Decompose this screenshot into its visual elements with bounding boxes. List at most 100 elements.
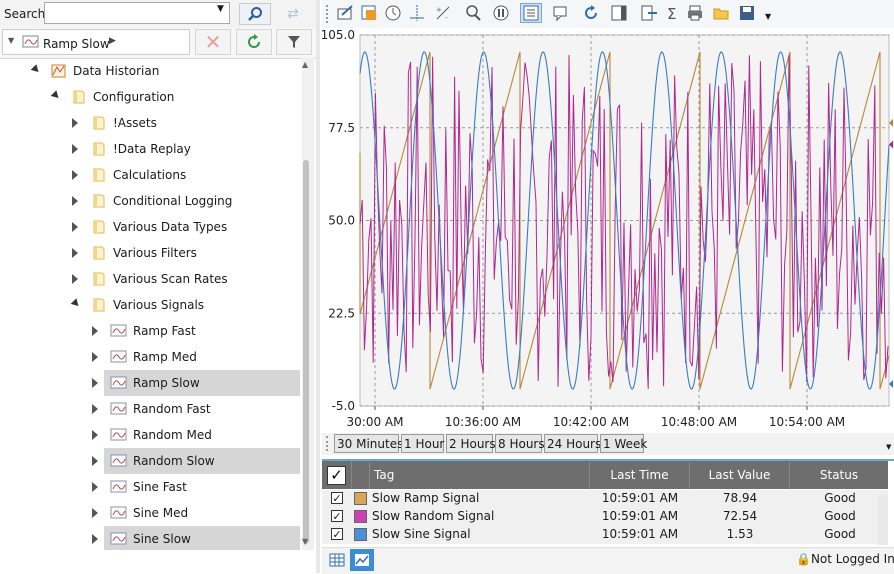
tree-item[interactable]: Data Historian — [0, 58, 300, 84]
expand-icon[interactable] — [92, 534, 98, 544]
expand-icon[interactable] — [72, 222, 78, 232]
search-dropdown-icon[interactable]: ▼ — [217, 4, 224, 14]
tree-item[interactable]: Ramp Slow — [0, 370, 300, 396]
select-all-checkbox[interactable]: ✓ — [322, 461, 352, 489]
signal-icon — [110, 350, 127, 363]
add-pen-button[interactable] — [358, 3, 380, 23]
refresh-button[interactable] — [236, 29, 272, 55]
chevron-right-icon[interactable]: ▶ — [109, 36, 116, 46]
pen-visible-checkbox[interactable]: ✓ — [331, 510, 343, 522]
expand-icon[interactable] — [92, 482, 98, 492]
trend-chart[interactable]: 105.0 77.5 50.0 22.5 -5.0 30:00 AM 10:36:00 AM… — [320, 28, 894, 433]
tree-item[interactable]: Configuration — [0, 84, 300, 110]
chart-view-button[interactable] — [350, 549, 374, 571]
tree-item[interactable]: !Assets — [0, 110, 300, 136]
expand-icon[interactable] — [72, 170, 78, 180]
time-range-button[interactable]: 8 Hours — [495, 434, 545, 453]
toolbar-overflow-icon[interactable]: ▼ — [765, 12, 771, 21]
breadcrumb[interactable]: ▼ Ramp Slow ▶ — [2, 29, 190, 55]
table-row[interactable]: ✓ Slow Ramp Signal 10:59:01 AM 78.94 Good — [322, 490, 888, 508]
table-row[interactable]: ✓ Slow Random Signal 10:59:01 AM 72.54 Good — [322, 508, 888, 526]
time-range-button[interactable]: 2 Hours — [446, 434, 496, 453]
tree-item[interactable]: Various Data Types — [0, 214, 300, 240]
tree-scrollbar-thumb[interactable] — [303, 160, 309, 544]
tag-column-header[interactable]: Tag — [370, 461, 590, 489]
cursor-button[interactable] — [406, 3, 428, 23]
tree-item[interactable]: Calculations — [0, 162, 300, 188]
edit-button[interactable] — [334, 3, 356, 23]
export-button[interactable] — [638, 3, 660, 23]
scroll-down-icon[interactable]: ▼ — [302, 537, 308, 546]
login-status[interactable]: 🔒Not Logged In — [796, 552, 894, 566]
status-column-header[interactable]: Status — [790, 461, 888, 489]
time-range-button[interactable]: 30 Minutes — [334, 434, 403, 453]
tree-item[interactable]: Ramp Med — [0, 344, 300, 370]
expand-icon[interactable] — [72, 196, 78, 206]
signal-icon — [110, 324, 127, 337]
expand-icon[interactable] — [92, 508, 98, 518]
tree-item[interactable]: Various Filters — [0, 240, 300, 266]
tree-item[interactable]: Various Signals — [0, 292, 300, 318]
folder-icon — [93, 168, 105, 182]
sum-button[interactable]: Σ — [662, 3, 684, 23]
grid-scrollbar[interactable] — [878, 495, 888, 545]
last-time-column-header[interactable]: Last Time — [590, 461, 690, 489]
pen-color-swatch[interactable] — [354, 510, 367, 523]
time-range-button[interactable]: 1 Hour — [401, 434, 444, 453]
range-overflow-icon[interactable]: ▼ — [886, 443, 891, 451]
refresh-button[interactable] — [580, 3, 602, 23]
time-range-button[interactable]: 24 Hours — [544, 434, 601, 453]
expand-icon[interactable] — [92, 404, 98, 414]
save-button[interactable] — [736, 3, 758, 23]
filter-button[interactable] — [276, 29, 312, 55]
expand-icon[interactable] — [92, 430, 98, 440]
panel-button[interactable] — [608, 3, 630, 23]
grid-view-button[interactable] — [326, 549, 348, 571]
expand-icon[interactable] — [72, 118, 78, 128]
pen-visible-checkbox[interactable]: ✓ — [331, 528, 343, 540]
zoom-button[interactable] — [462, 3, 484, 23]
scroll-up-icon[interactable]: ▲ — [302, 60, 308, 69]
tree-item[interactable]: Ramp Fast — [0, 318, 300, 344]
expand-icon[interactable] — [92, 352, 98, 362]
expand-icon[interactable] — [72, 144, 78, 154]
chevron-down-icon[interactable]: ▼ — [8, 36, 14, 45]
pen-color-swatch[interactable] — [354, 528, 367, 541]
expand-icon[interactable] — [72, 274, 78, 284]
tree-item[interactable]: Random Fast — [0, 396, 300, 422]
pen-visible-checkbox[interactable]: ✓ — [331, 492, 343, 504]
open-button[interactable] — [710, 3, 732, 23]
pause-button[interactable] — [490, 3, 512, 23]
pen-color-swatch[interactable] — [354, 492, 367, 505]
tree-item[interactable]: Random Med — [0, 422, 300, 448]
table-row[interactable]: ✓ Slow Sine Signal 10:59:01 AM 1.53 Good — [322, 526, 888, 544]
expand-icon[interactable] — [92, 456, 98, 466]
last-value-column-header[interactable]: Last Value — [690, 461, 790, 489]
expand-icon[interactable] — [92, 326, 98, 336]
search-button[interactable] — [239, 3, 271, 25]
delete-button[interactable]: ✕ — [195, 29, 231, 55]
tree-item-label: !Assets — [113, 116, 157, 130]
tree-item[interactable]: !Data Replay — [0, 136, 300, 162]
collapse-icon[interactable] — [30, 64, 42, 75]
collapse-icon[interactable] — [50, 90, 62, 101]
comment-button[interactable] — [550, 3, 572, 23]
print-button[interactable] — [684, 3, 706, 23]
legend-button[interactable] — [520, 3, 542, 23]
time-range-button[interactable]: 1 Week — [600, 434, 647, 453]
tree-item[interactable]: Sine Fast — [0, 474, 300, 500]
expand-icon[interactable] — [92, 378, 98, 388]
swap-icon[interactable]: ⇄ — [277, 3, 309, 25]
tag-tree: Data Historian Configuration !Assets !Data … — [0, 58, 316, 550]
tree-item[interactable]: Various Scan Rates — [0, 266, 300, 292]
tree-item[interactable]: Sine Med — [0, 500, 300, 526]
search-input[interactable] — [44, 2, 230, 24]
collapse-icon[interactable] — [70, 298, 82, 309]
tree-item[interactable]: Conditional Logging — [0, 188, 300, 214]
tree-item[interactable]: Random Slow — [0, 448, 300, 474]
expand-icon[interactable] — [72, 248, 78, 258]
scale-button[interactable]: + - — [432, 3, 454, 23]
tree-item[interactable]: Sine Slow — [0, 526, 300, 550]
tree-item-label: Various Data Types — [113, 220, 228, 234]
clock-button[interactable] — [382, 3, 404, 23]
